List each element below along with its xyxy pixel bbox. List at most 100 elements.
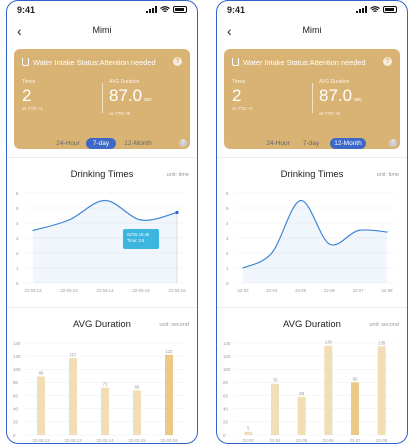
- bar-value-label: 80: [353, 376, 358, 381]
- tab-24-hour[interactable]: 24-Hour: [263, 138, 293, 149]
- tab-12-month[interactable]: 12-Month: [330, 138, 366, 149]
- x-tick-label: 22-07: [353, 288, 365, 293]
- y-tick-label: 3: [226, 236, 229, 241]
- y-tick-label: 80: [13, 380, 19, 385]
- status-time: 9:41: [227, 5, 246, 15]
- times-label: Times: [22, 79, 36, 85]
- bar: [165, 354, 173, 435]
- y-tick-label: 60: [13, 393, 19, 398]
- data-point: [140, 219, 142, 221]
- tab-7-day[interactable]: 7-day: [86, 138, 116, 149]
- y-tick-label: 140: [223, 341, 231, 346]
- info-icon[interactable]: ?: [173, 57, 182, 66]
- y-tick-label: 40: [13, 407, 19, 412]
- divider: [7, 307, 197, 308]
- tab-7-day[interactable]: 7-day: [296, 138, 326, 149]
- times-metric: Times 2 vs YTD +1: [232, 79, 253, 111]
- times-label: Times: [232, 79, 246, 85]
- status-bar: 9:41: [17, 5, 187, 17]
- x-tick-label: 22-03-15: [128, 438, 146, 443]
- card-title: Water Intake Status:Attention needed: [33, 58, 156, 67]
- water-intake-status-card: Water Intake Status:Attention needed ? T…: [224, 49, 400, 149]
- y-tick-label: 20: [13, 420, 19, 425]
- info-icon[interactable]: ?: [383, 57, 392, 66]
- avg-duration-chart: 0 20 40 60 80 100 120 140 89 22-03-12 117 22-03-13 7…: [13, 341, 185, 443]
- x-tick-label: 22-03-15: [132, 288, 150, 293]
- avg-duration-metric: AVG Duration 87.0 sec vs YTD +5: [109, 79, 152, 116]
- y-tick-label: 3: [16, 236, 19, 241]
- y-tick-label: 4: [226, 221, 229, 226]
- y-tick-label: 0: [226, 281, 229, 286]
- x-tick-label: 22-03: [238, 288, 250, 293]
- y-tick-label: 1: [16, 266, 19, 271]
- period-segmented-control: 24-Hour 7-day 12-Month ?: [7, 138, 197, 150]
- bar: [377, 346, 386, 435]
- card-title: Water Intake Status:Attention needed: [243, 58, 366, 67]
- signal-icon: [356, 6, 367, 13]
- data-point: [104, 199, 106, 202]
- help-icon[interactable]: ?: [179, 139, 187, 147]
- bar: [37, 376, 45, 435]
- tooltip-line2: Time: 3.6: [127, 238, 145, 243]
- wifi-icon: [370, 6, 380, 13]
- status-icons: [146, 6, 187, 13]
- battery-icon: [173, 6, 187, 13]
- data-point: [328, 243, 330, 245]
- avg-label: AVG Duration: [319, 79, 350, 85]
- y-tick-label: 100: [223, 367, 231, 372]
- bar: [271, 383, 279, 435]
- tab-12-month[interactable]: 12-Month: [120, 138, 156, 149]
- divider: [7, 157, 197, 158]
- bar: [351, 382, 359, 435]
- nav-bar: ‹ Mimi: [7, 23, 197, 39]
- data-point: [300, 199, 302, 202]
- y-tick-label: 6: [226, 191, 229, 196]
- bar-value-label: 122: [165, 349, 173, 354]
- hover-point: [175, 210, 179, 215]
- x-tick-label: 22-07: [350, 438, 362, 443]
- y-tick-label: 80: [223, 380, 229, 385]
- y-tick-label: 120: [223, 354, 231, 359]
- x-tick-label: 22-03: [243, 438, 255, 443]
- y-tick-label: 0: [223, 433, 226, 438]
- metric-divider: [102, 83, 103, 113]
- data-point: [271, 252, 273, 254]
- y-tick-label: 60: [223, 393, 229, 398]
- x-tick-label: 22-03-13: [60, 288, 78, 293]
- tab-24-hour[interactable]: 24-Hour: [53, 138, 83, 149]
- y-tick-label: 4: [16, 221, 19, 226]
- y-tick-label: 6: [16, 191, 19, 196]
- y-tick-label: 140: [13, 341, 21, 346]
- period-segmented-control: 24-Hour 7-day 12-Month ?: [217, 138, 407, 150]
- data-point: [357, 229, 359, 232]
- help-icon[interactable]: ?: [389, 139, 397, 147]
- y-tick-label: 100: [13, 367, 21, 372]
- bar-value-label: 5: [247, 426, 250, 431]
- y-tick-label: 0: [13, 433, 16, 438]
- phone-screen-7day: 9:41 ‹ Mimi Water Intake Status:Attentio…: [6, 0, 198, 444]
- bar: [101, 387, 109, 435]
- data-point: [242, 267, 244, 269]
- data-point: [68, 219, 70, 221]
- bar-value-label: 117: [70, 352, 77, 357]
- x-tick-label: 22-04: [266, 288, 278, 293]
- avg-value: 87.0 sec: [319, 86, 362, 105]
- bar-value-label: 89: [39, 371, 44, 376]
- x-tick-label: 22-03-12: [24, 288, 42, 293]
- status-bar: 9:41: [227, 5, 397, 17]
- y-tick-label: 1: [226, 266, 229, 271]
- bar-value-label: 72: [103, 382, 108, 387]
- status-icons: [356, 6, 397, 13]
- bar-value-label: 136: [325, 340, 333, 345]
- bar-value-label: 78: [273, 378, 278, 383]
- y-tick-label: 0: [16, 281, 19, 286]
- water-intake-status-card: Water Intake Status:Attention needed ? T…: [14, 49, 190, 149]
- times-metric: Times 2 vs YTD +1: [22, 79, 43, 111]
- page-title: Mimi: [92, 25, 112, 35]
- avg-duration-unit: unit: second: [159, 322, 189, 328]
- y-tick-label: 2: [226, 251, 229, 256]
- x-tick-label: 22-03-14: [96, 288, 114, 293]
- drinking-times-unit: unit: time: [166, 172, 189, 178]
- drinking-times-unit: unit: time: [376, 172, 399, 178]
- bar-value-label: 58: [299, 391, 304, 396]
